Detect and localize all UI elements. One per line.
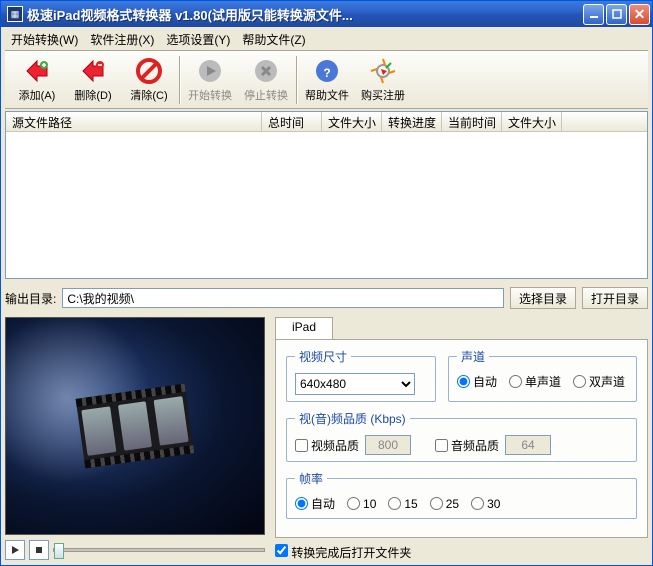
list-header: 源文件路径 总时间 文件大小 转换进度 当前时间 文件大小 [6, 112, 647, 132]
open-folder-after-check[interactable]: 转换完成后打开文件夹 [275, 544, 411, 561]
svg-text:?: ? [323, 66, 330, 80]
videosize-group: 视频尺寸 640x480 [286, 348, 436, 402]
toolbar: 添加(A) 删除(D) 清除(C) 开始转换 停止转换 ? 帮助文件 购买注册 [5, 51, 648, 109]
separator [296, 56, 297, 104]
titlebar: ▦ 极速iPad视频格式转换器 v1.80(试用版只能转换源文件... ✕ [1, 1, 652, 27]
output-path-input[interactable] [62, 288, 504, 308]
convert-icon [196, 57, 224, 85]
videosize-legend: 视频尺寸 [295, 348, 351, 365]
select-dir-button[interactable]: 选择目录 [510, 287, 576, 309]
buy-icon [369, 57, 397, 85]
fps-legend: 帧率 [295, 470, 327, 487]
clear-icon [135, 57, 163, 85]
col-curtime[interactable]: 当前时间 [442, 112, 502, 131]
videosize-select[interactable]: 640x480 [295, 373, 415, 395]
file-list[interactable]: 源文件路径 总时间 文件大小 转换进度 当前时间 文件大小 [5, 111, 648, 279]
stop-icon [252, 57, 280, 85]
seek-slider[interactable] [53, 548, 265, 552]
minimize-button[interactable] [583, 4, 604, 25]
audio-stereo[interactable]: 双声道 [573, 373, 625, 390]
convert-button[interactable]: 开始转换 [182, 54, 238, 106]
open-dir-button[interactable]: 打开目录 [582, 287, 648, 309]
quality-group: 视(音)频品质 (Kbps) 视频品质 音频品质 [286, 410, 637, 462]
stop-label: 停止转换 [244, 87, 288, 103]
add-label: 添加(A) [19, 87, 56, 103]
menu-register[interactable]: 软件注册(X) [90, 31, 154, 48]
fps-10[interactable]: 10 [347, 497, 376, 511]
audio-channel-group: 声道 自动 单声道 双声道 [448, 348, 637, 402]
audio-quality-check[interactable]: 音频品质 [435, 437, 499, 454]
video-quality-check[interactable]: 视频品质 [295, 437, 359, 454]
output-label: 输出目录: [5, 290, 56, 307]
app-icon: ▦ [7, 6, 23, 22]
stop-button[interactable]: 停止转换 [238, 54, 294, 106]
delete-icon [79, 57, 107, 85]
buy-button[interactable]: 购买注册 [355, 54, 411, 106]
window-title: 极速iPad视频格式转换器 v1.80(试用版只能转换源文件... [27, 5, 583, 24]
delete-label: 删除(D) [74, 87, 111, 103]
delete-button[interactable]: 删除(D) [65, 54, 121, 106]
col-totaltime[interactable]: 总时间 [262, 112, 322, 131]
player-stop-button[interactable] [29, 540, 49, 560]
help-icon: ? [313, 57, 341, 85]
add-button[interactable]: 添加(A) [9, 54, 65, 106]
fps-group: 帧率 自动 10 15 25 30 [286, 470, 637, 519]
film-icon [76, 384, 195, 469]
fps-15[interactable]: 15 [388, 497, 417, 511]
col-filesize[interactable]: 文件大小 [322, 112, 382, 131]
col-path[interactable]: 源文件路径 [6, 112, 262, 131]
menu-help[interactable]: 帮助文件(Z) [242, 31, 305, 48]
col-outsize[interactable]: 文件大小 [502, 112, 562, 131]
close-button[interactable]: ✕ [629, 4, 650, 25]
play-button[interactable] [5, 540, 25, 560]
audio-mono[interactable]: 单声道 [509, 373, 561, 390]
buy-label: 购买注册 [361, 87, 405, 103]
audio-quality-input [505, 435, 551, 455]
clear-label: 清除(C) [130, 87, 167, 103]
audio-legend: 声道 [457, 348, 489, 365]
quality-legend: 视(音)频品质 (Kbps) [295, 410, 410, 427]
convert-label: 开始转换 [188, 87, 232, 103]
menu-options[interactable]: 选项设置(Y) [166, 31, 230, 48]
separator [179, 56, 180, 104]
help-button[interactable]: ? 帮助文件 [299, 54, 355, 106]
output-row: 输出目录: 选择目录 打开目录 [5, 287, 648, 309]
fps-25[interactable]: 25 [430, 497, 459, 511]
fps-auto[interactable]: 自动 [295, 495, 335, 512]
menubar: 开始转换(W) 软件注册(X) 选项设置(Y) 帮助文件(Z) [5, 29, 648, 51]
col-progress[interactable]: 转换进度 [382, 112, 442, 131]
video-quality-input [365, 435, 411, 455]
help-label: 帮助文件 [305, 87, 349, 103]
audio-auto[interactable]: 自动 [457, 373, 497, 390]
preview-area [5, 317, 265, 535]
fps-30[interactable]: 30 [471, 497, 500, 511]
maximize-button[interactable] [606, 4, 627, 25]
slider-thumb[interactable] [54, 543, 64, 559]
menu-start[interactable]: 开始转换(W) [11, 31, 78, 48]
clear-button[interactable]: 清除(C) [121, 54, 177, 106]
tab-ipad[interactable]: iPad [275, 317, 333, 339]
add-icon [23, 57, 51, 85]
settings-panel: 视频尺寸 640x480 声道 自动 单声道 双声道 视(音)频品质 (Kbps… [275, 339, 648, 538]
